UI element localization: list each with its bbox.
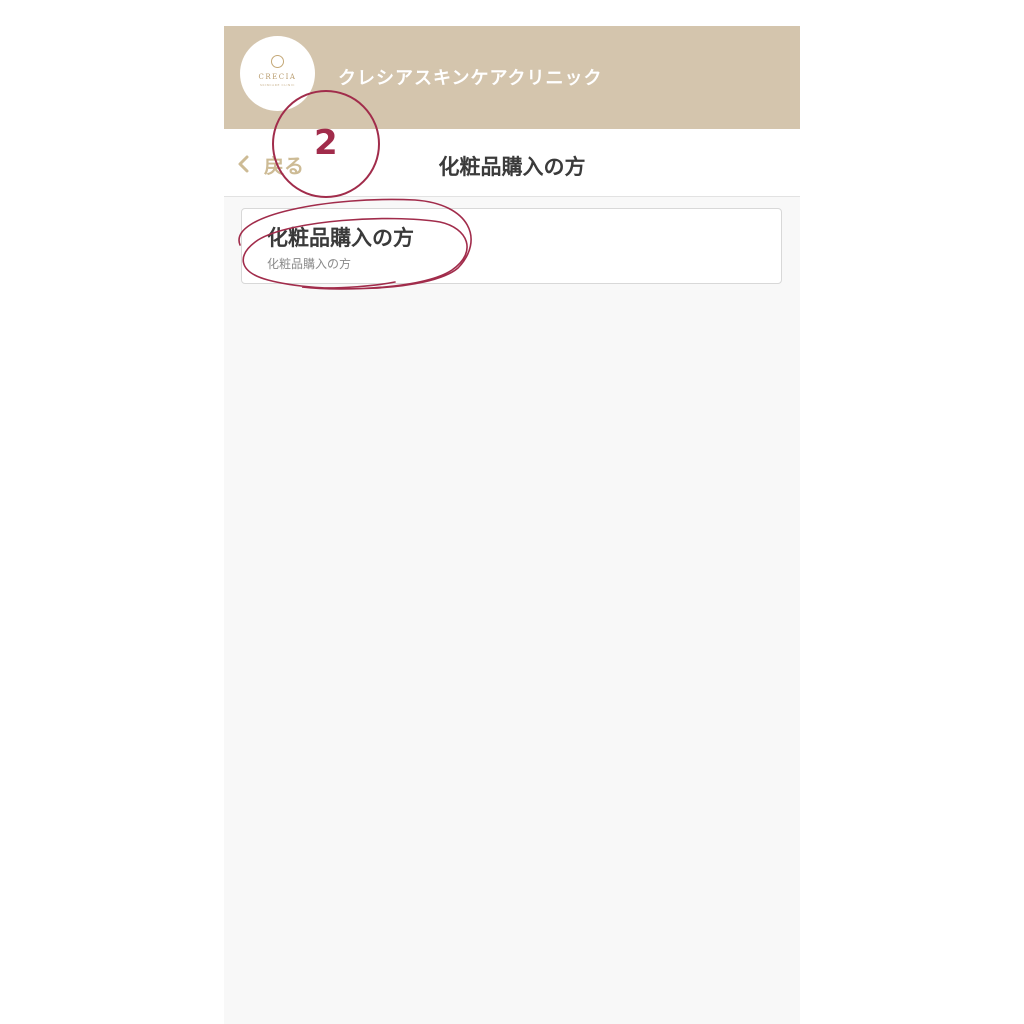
app-header: CRECIA SKINCARE CLINIC クレシアスキンケアクリニック bbox=[224, 26, 800, 129]
annotation-step-number: 2 bbox=[314, 123, 338, 163]
clinic-name: クレシアスキンケアクリニック bbox=[338, 68, 603, 89]
page-title: 化粧品購入の方 bbox=[438, 155, 586, 179]
logo-text: CRECIA bbox=[258, 73, 297, 81]
clinic-logo: CRECIA SKINCARE CLINIC bbox=[240, 36, 315, 111]
menu-item-title: 化粧品購入の方 bbox=[267, 226, 414, 250]
menu-item-cosmetics-purchase[interactable]: 化粧品購入の方 化粧品購入の方 bbox=[241, 208, 782, 284]
app-screen: CRECIA SKINCARE CLINIC クレシアスキンケアクリニック 戻る… bbox=[224, 26, 800, 1024]
logo-ring-icon bbox=[271, 55, 284, 68]
navigation-bar: 戻る 化粧品購入の方 bbox=[224, 129, 800, 197]
menu-item-subtitle: 化粧品購入の方 bbox=[267, 257, 352, 271]
logo-subtext: SKINCARE CLINIC bbox=[260, 83, 295, 87]
